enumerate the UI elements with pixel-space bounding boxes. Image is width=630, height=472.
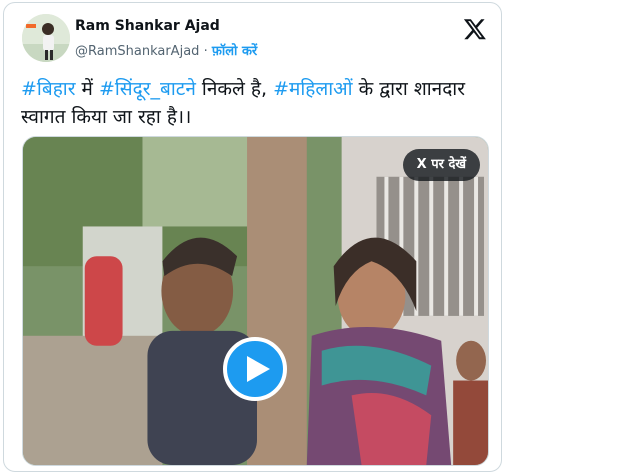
hashtag-link[interactable]: #महिलाओं <box>273 78 353 100</box>
author-display-name[interactable]: Ram Shankar Ajad <box>75 18 220 34</box>
author-meta-row: @RamShankarAjad · फ़ॉलो करें <box>75 41 257 59</box>
avatar-image <box>22 14 70 62</box>
play-icon <box>247 356 270 382</box>
follow-button[interactable]: फ़ॉलो करें <box>212 44 257 59</box>
video-thumbnail <box>23 137 488 465</box>
post-text-segment: निकले है, <box>195 78 274 100</box>
author-handle[interactable]: @RamShankarAjad <box>75 44 199 59</box>
embedded-post-card: Ram Shankar Ajad @RamShankarAjad · फ़ॉलो… <box>3 2 502 472</box>
meta-separator: · <box>203 44 208 59</box>
hashtag-link[interactable]: #बिहार <box>21 78 75 100</box>
hashtag-link[interactable]: #सिंदूर_बाटने <box>99 78 196 100</box>
author-avatar[interactable] <box>22 14 70 62</box>
post-text: #बिहार में #सिंदूर_बाटने निकले है, #महिल… <box>21 75 491 131</box>
post-text-segment: में <box>75 78 99 100</box>
video-player[interactable]: X पर देखें <box>22 136 489 466</box>
play-button[interactable] <box>223 337 287 401</box>
watch-on-x-button[interactable]: X पर देखें <box>402 149 480 181</box>
x-logo-icon[interactable] <box>463 17 487 41</box>
